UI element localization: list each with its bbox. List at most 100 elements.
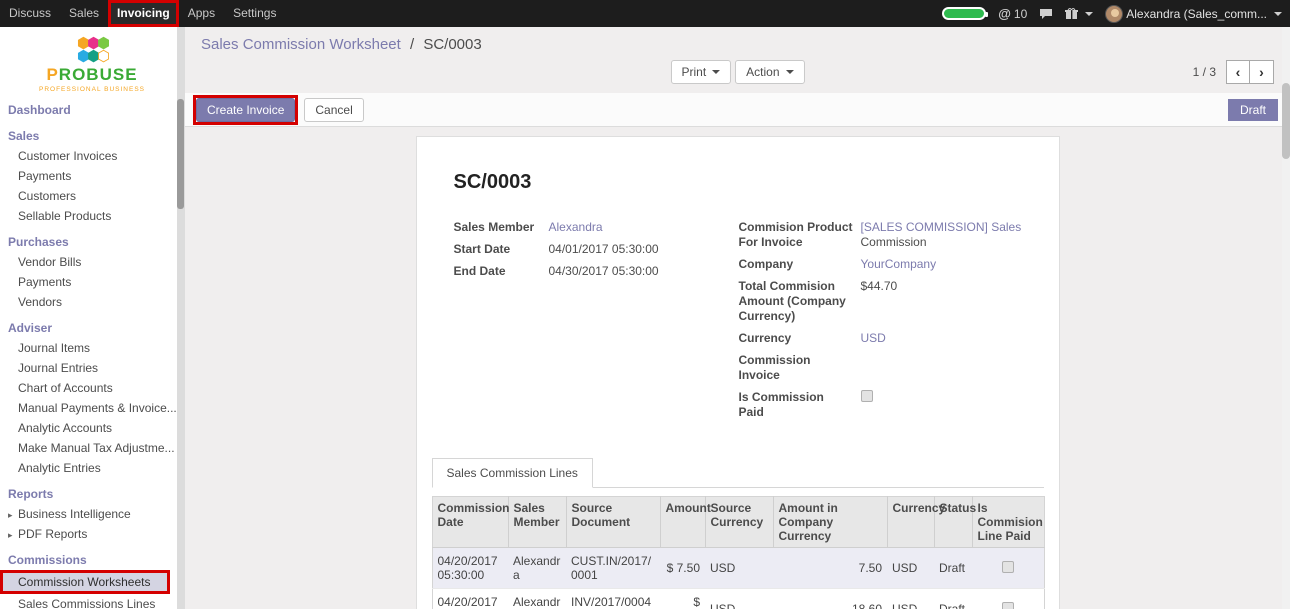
commission-product-tail: Commission (861, 235, 927, 249)
breadcrumb-parent-link[interactable]: Sales Commission Worksheet (201, 36, 401, 53)
field-total-commission-amount: Total Commision Amount (Company Currency… (739, 279, 1022, 324)
caret-right-icon (8, 530, 14, 541)
field-company: Company YourCompany (739, 257, 1022, 272)
currency-link[interactable]: USD (861, 331, 886, 346)
logo-hexagons-icon: ⬢⬢⬢ ⬢⬢⬡ (0, 37, 184, 63)
sidebar-item-sales-commissions-lines[interactable]: Sales Commissions Lines (0, 594, 184, 609)
sidebar-section-reports[interactable]: Reports (0, 478, 184, 504)
field-end-date: End Date 04/30/2017 05:30:00 (454, 264, 739, 279)
notebook-tabs: Sales Commission Lines (432, 457, 1044, 488)
column-header[interactable]: Source Document (566, 497, 660, 548)
sidebar-item-make-manual-tax-adjustment[interactable]: Make Manual Tax Adjustme... (0, 438, 184, 458)
column-header[interactable]: Status (934, 497, 972, 548)
total-commission-amount-value: $44.70 (861, 279, 898, 324)
control-panel-buttons-row: Print Action 1 / 3 (201, 57, 1274, 93)
sales-member-link[interactable]: Alexandra (549, 220, 603, 235)
table-row[interactable]: 04/20/2017 05:30:00 Alexandra CUST.IN/20… (432, 548, 1044, 589)
sidebar-item-vendors[interactable]: Vendors (0, 292, 184, 312)
sidebar-item-manual-payments-invoice[interactable]: Manual Payments & Invoice... (0, 398, 184, 418)
chat-bubble-icon (1039, 8, 1053, 20)
menu-discuss[interactable]: Discuss (0, 0, 60, 27)
create-invoice-button[interactable]: Create Invoice (196, 98, 295, 122)
avatar (1105, 5, 1123, 23)
user-name: Alexandra (Sales_comm... (1126, 7, 1267, 21)
caret-down-icon (1274, 12, 1282, 16)
line-paid-checkbox (1002, 561, 1014, 573)
column-header[interactable]: Amount (660, 497, 705, 548)
sidebar-section-dashboard[interactable]: Dashboard (0, 99, 184, 120)
sidebar-section-sales[interactable]: Sales (0, 120, 184, 146)
sidebar-scrollbar-thumb[interactable] (177, 99, 184, 209)
end-date-value: 04/30/2017 05:30:00 (549, 264, 659, 279)
sidebar-item-customer-invoices[interactable]: Customer Invoices (0, 146, 184, 166)
commission-product-link[interactable]: [SALES COMMISSION] Sales (861, 220, 1022, 234)
print-dropdown-button[interactable]: Print (670, 60, 731, 84)
messages-menu[interactable] (1039, 8, 1053, 20)
caret-down-icon (786, 70, 794, 74)
start-date-value: 04/01/2017 05:30:00 (549, 242, 659, 257)
field-group-right: Commision Product For Invoice [SALES COM… (739, 220, 1022, 427)
support-menu[interactable] (1065, 8, 1093, 20)
menu-settings[interactable]: Settings (224, 0, 285, 27)
tab-sales-commission-lines[interactable]: Sales Commission Lines (432, 458, 593, 488)
form-fields: Sales Member Alexandra Start Date 04/01/… (454, 220, 1022, 427)
control-panel: Sales Commission Worksheet / SC/0003 Pri… (185, 27, 1290, 93)
pager-next-button[interactable] (1250, 60, 1274, 84)
page-scrollbar[interactable] (1282, 27, 1290, 609)
activity-count: 10 (1014, 7, 1027, 21)
battery-indicator (942, 7, 986, 20)
gift-icon (1065, 8, 1078, 20)
form-statusbar: Create Invoice Cancel Draft (185, 93, 1290, 127)
sidebar-item-journal-entries[interactable]: Journal Entries (0, 358, 184, 378)
column-header[interactable]: Amount in Company Currency (773, 497, 887, 548)
field-sales-member: Sales Member Alexandra (454, 220, 739, 235)
sidebar-item-analytic-entries[interactable]: Analytic Entries (0, 458, 184, 478)
pager-count: 1 / 3 (1193, 65, 1216, 79)
status-badge-draft: Draft (1228, 99, 1278, 121)
menu-sales[interactable]: Sales (60, 0, 108, 27)
column-header[interactable]: Source Currency (705, 497, 773, 548)
column-header[interactable]: Is Commision Line Paid (972, 497, 1044, 548)
company-link[interactable]: YourCompany (861, 257, 937, 272)
sidebar-item-analytic-accounts[interactable]: Analytic Accounts (0, 418, 184, 438)
sidebar-item-commission-worksheets[interactable]: Commission Worksheets (0, 570, 170, 594)
column-header[interactable]: Commission Date (432, 497, 508, 548)
record-pager: 1 / 3 (1193, 60, 1274, 84)
sidebar-item-payments-sales[interactable]: Payments (0, 166, 184, 186)
logo-subtitle: PROFESSIONAL BUSINESS (0, 86, 184, 93)
field-start-date: Start Date 04/01/2017 05:30:00 (454, 242, 739, 257)
topbar-right-icons: @ 10 Alexandra (Sales_comm... (942, 5, 1290, 23)
sidebar-scrollbar[interactable] (177, 27, 184, 609)
user-menu[interactable]: Alexandra (Sales_comm... (1105, 5, 1282, 23)
activity-menu[interactable]: @ 10 (998, 6, 1027, 21)
sidebar: ⬢⬢⬢ ⬢⬢⬡ PROBUSE PROFESSIONAL BUSINESS Da… (0, 27, 185, 609)
breadcrumb-separator: / (410, 36, 414, 53)
pager-previous-button[interactable] (1226, 60, 1250, 84)
cancel-button[interactable]: Cancel (304, 98, 363, 122)
sidebar-item-vendor-bills[interactable]: Vendor Bills (0, 252, 184, 272)
breadcrumb: Sales Commission Worksheet / SC/0003 (201, 36, 1274, 53)
caret-down-icon (712, 70, 720, 74)
sidebar-item-journal-items[interactable]: Journal Items (0, 338, 184, 358)
menu-apps[interactable]: Apps (179, 0, 224, 27)
line-paid-checkbox (1002, 602, 1014, 609)
is-commission-paid-checkbox (861, 390, 873, 402)
top-menubar: Discuss Sales Invoicing Apps Settings @ … (0, 0, 1290, 27)
sidebar-section-adviser[interactable]: Adviser (0, 312, 184, 338)
sidebar-section-commissions[interactable]: Commissions (0, 544, 184, 570)
sidebar-item-pdf-reports[interactable]: PDF Reports (0, 524, 184, 544)
menu-invoicing[interactable]: Invoicing (108, 0, 179, 27)
column-header[interactable]: Currency (887, 497, 934, 548)
sidebar-item-sellable-products[interactable]: Sellable Products (0, 206, 184, 226)
sidebar-section-purchases[interactable]: Purchases (0, 226, 184, 252)
column-header[interactable]: Sales Member (508, 497, 566, 548)
sidebar-item-payments-purchases[interactable]: Payments (0, 272, 184, 292)
sidebar-item-chart-of-accounts[interactable]: Chart of Accounts (0, 378, 184, 398)
table-row[interactable]: 04/20/2017 05:30:00 Alexandra INV/2017/0… (432, 589, 1044, 609)
form-sheet: SC/0003 Sales Member Alexandra Start Dat… (416, 136, 1060, 609)
sidebar-item-business-intelligence[interactable]: Business Intelligence (0, 504, 184, 524)
sidebar-item-customers[interactable]: Customers (0, 186, 184, 206)
action-dropdown-button[interactable]: Action (735, 60, 804, 84)
page-scrollbar-thumb[interactable] (1282, 83, 1290, 159)
field-commission-invoice: Commission Invoice (739, 353, 1022, 383)
